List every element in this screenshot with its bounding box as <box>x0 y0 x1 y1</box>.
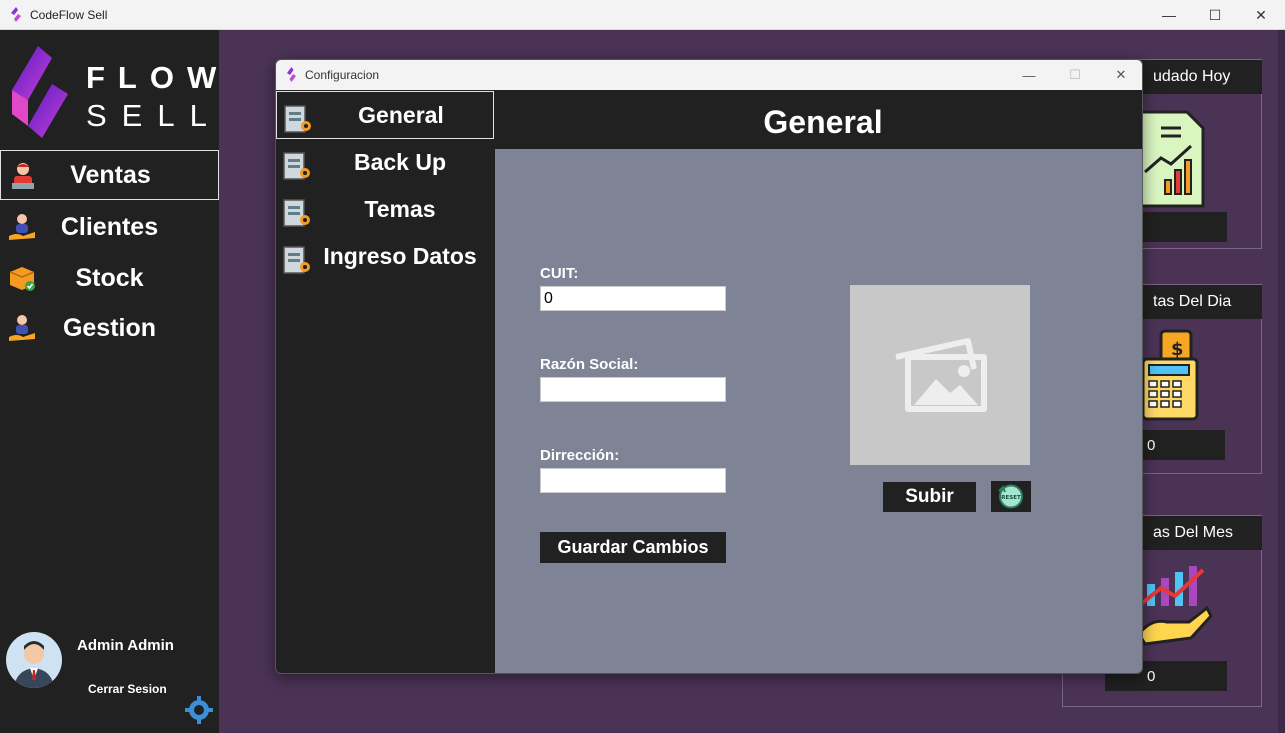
user-name: Admin Admin <box>77 637 174 654</box>
direccion-input[interactable] <box>540 468 726 493</box>
cuit-label: CUIT: <box>540 265 579 282</box>
dialog-close-button[interactable]: ✕ <box>1098 60 1142 90</box>
dialog-tab-general[interactable]: General <box>276 91 494 139</box>
nav-label-stock: Stock <box>75 263 144 292</box>
minimize-button[interactable]: — <box>1146 0 1192 30</box>
dialog-maximize-button[interactable]: ☐ <box>1052 60 1098 90</box>
user-avatar-icon <box>14 641 54 688</box>
app-logo-icon <box>11 7 21 22</box>
razon-social-input[interactable] <box>540 377 726 402</box>
page-title: General <box>763 104 883 140</box>
reset-button[interactable]: RESET <box>991 481 1031 512</box>
dialog-tab-label-temas: Temas <box>364 196 436 222</box>
card-value <box>1141 212 1227 242</box>
dialog-tab-backup[interactable]: Back Up <box>276 139 494 187</box>
dialog-minimize-button[interactable]: — <box>1006 60 1052 90</box>
upload-button[interactable]: Subir <box>883 482 976 512</box>
card-value: 0 <box>1141 430 1225 460</box>
cuit-input[interactable] <box>540 286 726 311</box>
general-settings-panel: CUIT: Razón Social: Dirrección: Guardar … <box>495 149 1142 673</box>
dialog-title: Configuracion <box>305 68 380 82</box>
config-dialog: Configuracion — ☐ ✕ General Back Up Tema… <box>275 59 1143 674</box>
nav-label-ventas: Ventas <box>70 160 151 189</box>
svg-text:$: $ <box>1171 339 1184 360</box>
save-changes-button[interactable]: Guardar Cambios <box>540 532 726 563</box>
right-scroll-edge <box>1278 30 1285 733</box>
nav-label-clientes: Clientes <box>60 212 159 241</box>
logo-image-preview <box>850 285 1030 465</box>
logo-word-sell: SELL <box>86 98 222 133</box>
dialog-app-icon <box>287 67 296 82</box>
sidebar: FLOW SELL Ventas Clientes Stock Gestion <box>0 30 219 733</box>
nav-item-ventas[interactable]: Ventas <box>0 150 219 200</box>
avatar <box>6 632 62 688</box>
dialog-tab-label-general: General <box>358 102 444 128</box>
brand-logo: FLOW SELL <box>8 44 216 140</box>
dialog-tab-label-ingreso-datos: Ingreso Datos <box>323 243 477 269</box>
dialog-titlebar: Configuracion — ☐ ✕ <box>276 60 1142 90</box>
direccion-label: Dirrección: <box>540 447 620 464</box>
calculator-money-icon: $ <box>1141 329 1199 421</box>
close-button[interactable]: ✕ <box>1238 0 1284 30</box>
gear-icon[interactable] <box>185 696 213 724</box>
reset-icon-text: RESET <box>1001 495 1021 501</box>
main-titlebar: CodeFlow Sell — ☐ ✕ <box>0 0 1285 30</box>
flow-logo-icon <box>12 46 68 138</box>
window-title: CodeFlow Sell <box>30 8 108 22</box>
reset-icon: RESET <box>998 484 1023 509</box>
dialog-tab-ingreso-datos[interactable]: Ingreso Datos <box>276 233 494 281</box>
logo-word-flow: FLOW <box>86 60 230 95</box>
nav-item-gestion[interactable]: Gestion <box>0 303 219 353</box>
logout-link[interactable]: Cerrar Sesion <box>88 682 167 696</box>
razon-social-label: Razón Social: <box>540 356 639 373</box>
nav-item-clientes[interactable]: Clientes <box>0 202 219 252</box>
image-placeholder-icon <box>895 338 987 412</box>
nav-item-stock[interactable]: Stock <box>0 253 219 303</box>
dialog-tab-temas[interactable]: Temas <box>276 186 494 234</box>
nav-label-gestion: Gestion <box>62 313 157 342</box>
growth-hand-icon <box>1137 566 1213 646</box>
maximize-button[interactable]: ☐ <box>1192 0 1238 30</box>
dialog-tab-label-backup: Back Up <box>353 149 447 175</box>
content-header: General <box>495 90 1142 148</box>
